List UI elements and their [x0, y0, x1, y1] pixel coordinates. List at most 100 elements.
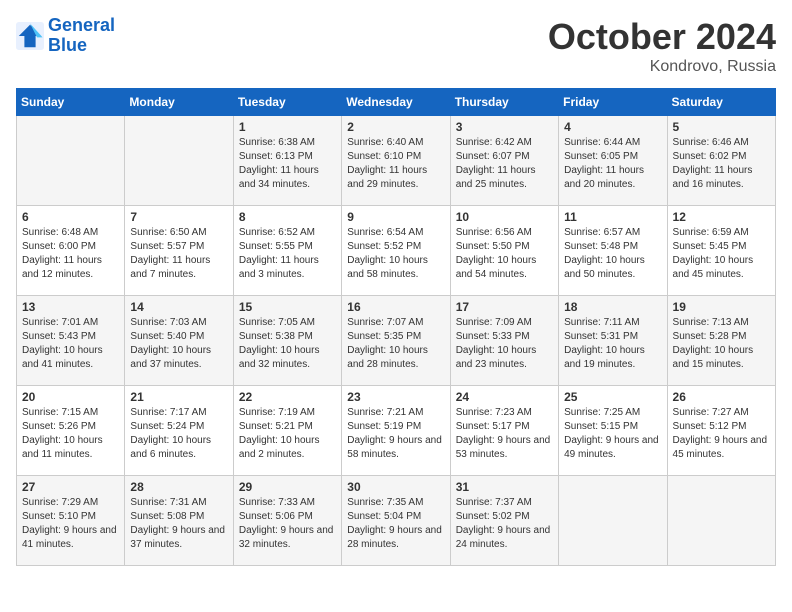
daylight: Daylight: 10 hours and 19 minutes. [564, 345, 645, 370]
sunrise: Sunrise: 7:19 AM [239, 407, 315, 418]
sunrise: Sunrise: 7:23 AM [456, 407, 532, 418]
daylight: Daylight: 9 hours and 28 minutes. [347, 525, 442, 550]
day-number: 24 [456, 390, 553, 404]
day-number: 14 [130, 300, 227, 314]
calendar-cell: 9 Sunrise: 6:54 AM Sunset: 5:52 PM Dayli… [342, 206, 450, 296]
logo-text: General Blue [48, 16, 115, 56]
daylight: Daylight: 9 hours and 32 minutes. [239, 525, 334, 550]
calendar-cell: 4 Sunrise: 6:44 AM Sunset: 6:05 PM Dayli… [559, 116, 667, 206]
daylight: Daylight: 10 hours and 23 minutes. [456, 345, 537, 370]
day-number: 19 [673, 300, 770, 314]
calendar-table: Sunday Monday Tuesday Wednesday Thursday… [16, 88, 776, 566]
daylight: Daylight: 9 hours and 58 minutes. [347, 435, 442, 460]
daylight: Daylight: 10 hours and 28 minutes. [347, 345, 428, 370]
calendar-week-5: 27 Sunrise: 7:29 AM Sunset: 5:10 PM Dayl… [17, 476, 776, 566]
calendar-cell: 26 Sunrise: 7:27 AM Sunset: 5:12 PM Dayl… [667, 386, 775, 476]
sunrise: Sunrise: 7:15 AM [22, 407, 98, 418]
sunrise: Sunrise: 7:33 AM [239, 497, 315, 508]
sunset: Sunset: 5:12 PM [673, 421, 747, 432]
day-info: Sunrise: 7:21 AM Sunset: 5:19 PM Dayligh… [347, 406, 444, 462]
day-info: Sunrise: 6:44 AM Sunset: 6:05 PM Dayligh… [564, 136, 661, 192]
calendar-cell: 3 Sunrise: 6:42 AM Sunset: 6:07 PM Dayli… [450, 116, 558, 206]
daylight: Daylight: 11 hours and 29 minutes. [347, 165, 427, 190]
day-info: Sunrise: 7:29 AM Sunset: 5:10 PM Dayligh… [22, 496, 119, 552]
sunset: Sunset: 5:15 PM [564, 421, 638, 432]
calendar-cell: 10 Sunrise: 6:56 AM Sunset: 5:50 PM Dayl… [450, 206, 558, 296]
day-info: Sunrise: 6:50 AM Sunset: 5:57 PM Dayligh… [130, 226, 227, 282]
sunrise: Sunrise: 6:56 AM [456, 227, 532, 238]
day-number: 22 [239, 390, 336, 404]
sunset: Sunset: 5:55 PM [239, 241, 313, 252]
daylight: Daylight: 10 hours and 15 minutes. [673, 345, 754, 370]
day-info: Sunrise: 7:03 AM Sunset: 5:40 PM Dayligh… [130, 316, 227, 372]
day-number: 27 [22, 480, 119, 494]
daylight: Daylight: 10 hours and 58 minutes. [347, 255, 428, 280]
header-thursday: Thursday [450, 89, 558, 116]
day-number: 20 [22, 390, 119, 404]
logo-line2: Blue [48, 35, 87, 55]
sunset: Sunset: 6:10 PM [347, 151, 421, 162]
location: Kondrovo, Russia [548, 58, 776, 76]
day-number: 29 [239, 480, 336, 494]
calendar-cell: 24 Sunrise: 7:23 AM Sunset: 5:17 PM Dayl… [450, 386, 558, 476]
calendar-cell: 19 Sunrise: 7:13 AM Sunset: 5:28 PM Dayl… [667, 296, 775, 386]
daylight: Daylight: 10 hours and 32 minutes. [239, 345, 320, 370]
header-wednesday: Wednesday [342, 89, 450, 116]
sunrise: Sunrise: 7:37 AM [456, 497, 532, 508]
daylight: Daylight: 10 hours and 11 minutes. [22, 435, 103, 460]
page-header: General Blue October 2024 Kondrovo, Russ… [16, 16, 776, 76]
sunrise: Sunrise: 7:25 AM [564, 407, 640, 418]
sunrise: Sunrise: 6:38 AM [239, 137, 315, 148]
calendar-cell: 30 Sunrise: 7:35 AM Sunset: 5:04 PM Dayl… [342, 476, 450, 566]
calendar-week-1: 1 Sunrise: 6:38 AM Sunset: 6:13 PM Dayli… [17, 116, 776, 206]
day-number: 10 [456, 210, 553, 224]
calendar-cell: 11 Sunrise: 6:57 AM Sunset: 5:48 PM Dayl… [559, 206, 667, 296]
calendar-cell: 12 Sunrise: 6:59 AM Sunset: 5:45 PM Dayl… [667, 206, 775, 296]
calendar-body: 1 Sunrise: 6:38 AM Sunset: 6:13 PM Dayli… [17, 116, 776, 566]
sunset: Sunset: 5:04 PM [347, 511, 421, 522]
day-number: 26 [673, 390, 770, 404]
sunset: Sunset: 5:26 PM [22, 421, 96, 432]
sunset: Sunset: 6:00 PM [22, 241, 96, 252]
day-number: 18 [564, 300, 661, 314]
sunrise: Sunrise: 6:40 AM [347, 137, 423, 148]
calendar-cell: 5 Sunrise: 6:46 AM Sunset: 6:02 PM Dayli… [667, 116, 775, 206]
sunrise: Sunrise: 6:52 AM [239, 227, 315, 238]
day-number: 13 [22, 300, 119, 314]
day-info: Sunrise: 6:42 AM Sunset: 6:07 PM Dayligh… [456, 136, 553, 192]
day-number: 16 [347, 300, 444, 314]
day-info: Sunrise: 6:57 AM Sunset: 5:48 PM Dayligh… [564, 226, 661, 282]
sunrise: Sunrise: 6:48 AM [22, 227, 98, 238]
day-number: 17 [456, 300, 553, 314]
calendar-cell: 18 Sunrise: 7:11 AM Sunset: 5:31 PM Dayl… [559, 296, 667, 386]
sunset: Sunset: 5:33 PM [456, 331, 530, 342]
day-info: Sunrise: 6:54 AM Sunset: 5:52 PM Dayligh… [347, 226, 444, 282]
day-info: Sunrise: 7:33 AM Sunset: 5:06 PM Dayligh… [239, 496, 336, 552]
sunset: Sunset: 5:10 PM [22, 511, 96, 522]
header-monday: Monday [125, 89, 233, 116]
sunset: Sunset: 6:13 PM [239, 151, 313, 162]
day-number: 30 [347, 480, 444, 494]
daylight: Daylight: 10 hours and 54 minutes. [456, 255, 537, 280]
day-info: Sunrise: 6:38 AM Sunset: 6:13 PM Dayligh… [239, 136, 336, 192]
daylight: Daylight: 11 hours and 20 minutes. [564, 165, 644, 190]
calendar-cell: 6 Sunrise: 6:48 AM Sunset: 6:00 PM Dayli… [17, 206, 125, 296]
day-number: 5 [673, 120, 770, 134]
calendar-cell: 17 Sunrise: 7:09 AM Sunset: 5:33 PM Dayl… [450, 296, 558, 386]
logo-line1: General [48, 15, 115, 35]
sunset: Sunset: 5:19 PM [347, 421, 421, 432]
title-block: October 2024 Kondrovo, Russia [548, 16, 776, 76]
daylight: Daylight: 11 hours and 12 minutes. [22, 255, 102, 280]
sunset: Sunset: 6:05 PM [564, 151, 638, 162]
header-row: Sunday Monday Tuesday Wednesday Thursday… [17, 89, 776, 116]
sunset: Sunset: 5:52 PM [347, 241, 421, 252]
sunset: Sunset: 5:24 PM [130, 421, 204, 432]
sunrise: Sunrise: 7:09 AM [456, 317, 532, 328]
daylight: Daylight: 10 hours and 50 minutes. [564, 255, 645, 280]
day-number: 1 [239, 120, 336, 134]
calendar-cell: 2 Sunrise: 6:40 AM Sunset: 6:10 PM Dayli… [342, 116, 450, 206]
day-number: 3 [456, 120, 553, 134]
sunrise: Sunrise: 7:03 AM [130, 317, 206, 328]
sunset: Sunset: 5:48 PM [564, 241, 638, 252]
day-number: 31 [456, 480, 553, 494]
